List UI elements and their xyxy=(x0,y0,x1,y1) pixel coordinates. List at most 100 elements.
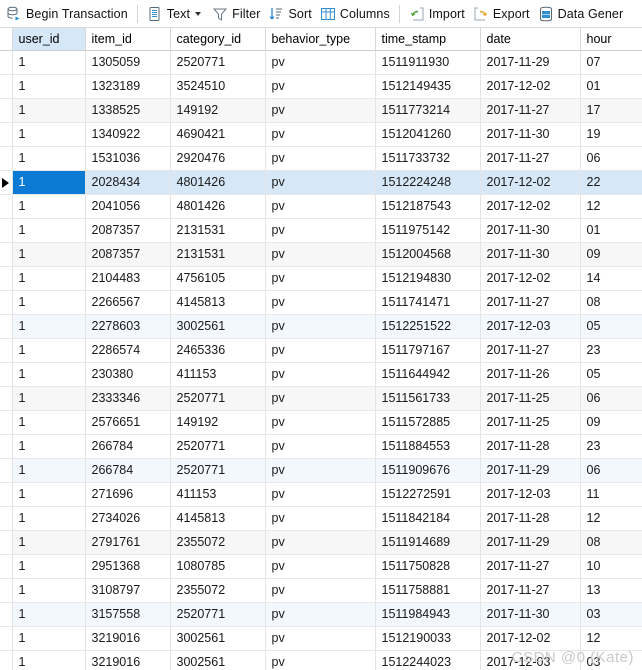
cell-hour[interactable]: 12 xyxy=(580,626,642,651)
cell-category-id[interactable]: 4145813 xyxy=(170,290,266,315)
cell-user-id[interactable]: 1 xyxy=(12,650,86,670)
toolbar-button-begin-transaction[interactable]: Begin Transaction xyxy=(2,2,132,26)
cell-time-stamp[interactable]: 1511773214 xyxy=(375,98,481,123)
cell-hour[interactable]: 14 xyxy=(580,266,642,291)
cell-item-id[interactable]: 2286574 xyxy=(85,338,171,363)
toolbar-button-import[interactable]: Import xyxy=(405,2,469,26)
cell-date[interactable]: 2017-12-03 xyxy=(480,482,581,507)
table-row[interactable]: 1 2286574 2465336 pv 1511797167 2017-11-27 23 xyxy=(0,338,642,363)
cell-time-stamp[interactable]: 1511733732 xyxy=(375,146,481,171)
column-header-category-id[interactable]: category_id xyxy=(170,28,266,51)
cell-category-id[interactable]: 2520771 xyxy=(170,458,266,483)
cell-hour[interactable]: 08 xyxy=(580,290,642,315)
table-row[interactable]: 1 2791761 2355072 pv 1511914689 2017-11-29 08 xyxy=(0,530,642,555)
cell-category-id[interactable]: 3524510 xyxy=(170,74,266,99)
cell-time-stamp[interactable]: 1512244023 xyxy=(375,650,481,670)
cell-item-id[interactable]: 3219016 xyxy=(85,626,171,651)
cell-behavior-type[interactable]: pv xyxy=(265,506,376,531)
table-row[interactable]: 1 1340922 4690421 pv 1512041260 2017-11-30 19 xyxy=(0,122,642,147)
cell-hour[interactable]: 06 xyxy=(580,458,642,483)
cell-hour[interactable]: 01 xyxy=(580,74,642,99)
table-row[interactable]: 1 2087357 2131531 pv 1512004568 2017-11-30 09 xyxy=(0,242,642,267)
cell-date[interactable]: 2017-11-30 xyxy=(480,242,581,267)
cell-item-id[interactable]: 230380 xyxy=(85,362,171,387)
cell-item-id[interactable]: 266784 xyxy=(85,458,171,483)
cell-behavior-type[interactable]: pv xyxy=(265,50,376,75)
table-row[interactable]: 1 2734026 4145813 pv 1511842184 2017-11-28 12 xyxy=(0,506,642,531)
cell-user-id[interactable]: 1 xyxy=(12,290,86,315)
cell-user-id[interactable]: 1 xyxy=(12,170,86,195)
cell-user-id[interactable]: 1 xyxy=(12,458,86,483)
column-header-user-id[interactable]: user_id xyxy=(12,28,86,51)
row-indicator-cell[interactable] xyxy=(0,506,13,531)
toolbar-button-sort[interactable]: Sort xyxy=(264,2,315,26)
cell-user-id[interactable]: 1 xyxy=(12,434,86,459)
table-row[interactable]: 1 230380 411153 pv 1511644942 2017-11-26 05 xyxy=(0,362,642,387)
cell-date[interactable]: 2017-12-02 xyxy=(480,74,581,99)
table-row[interactable]: 1 2951368 1080785 pv 1511750828 2017-11-27 10 xyxy=(0,554,642,579)
cell-behavior-type[interactable]: pv xyxy=(265,410,376,435)
row-indicator-cell[interactable] xyxy=(0,386,13,411)
cell-hour[interactable]: 10 xyxy=(580,554,642,579)
cell-user-id[interactable]: 1 xyxy=(12,362,86,387)
cell-date[interactable]: 2017-11-26 xyxy=(480,362,581,387)
toolbar-button-export[interactable]: Export xyxy=(469,2,534,26)
cell-date[interactable]: 2017-11-30 xyxy=(480,122,581,147)
cell-time-stamp[interactable]: 1512272591 xyxy=(375,482,481,507)
cell-user-id[interactable]: 1 xyxy=(12,506,86,531)
row-indicator-cell[interactable] xyxy=(0,290,13,315)
cell-category-id[interactable]: 4145813 xyxy=(170,506,266,531)
cell-date[interactable]: 2017-11-27 xyxy=(480,290,581,315)
cell-item-id[interactable]: 2734026 xyxy=(85,506,171,531)
table-row[interactable]: 1 2041056 4801426 pv 1512187543 2017-12-02 12 xyxy=(0,194,642,219)
cell-category-id[interactable]: 2920476 xyxy=(170,146,266,171)
cell-date[interactable]: 2017-11-30 xyxy=(480,602,581,627)
cell-time-stamp[interactable]: 1511561733 xyxy=(375,386,481,411)
cell-category-id[interactable]: 4801426 xyxy=(170,194,266,219)
cell-item-id[interactable]: 2951368 xyxy=(85,554,171,579)
cell-behavior-type[interactable]: pv xyxy=(265,578,376,603)
row-indicator-cell[interactable] xyxy=(0,170,13,195)
cell-item-id[interactable]: 2104483 xyxy=(85,266,171,291)
column-header-behavior-type[interactable]: behavior_type xyxy=(265,28,376,51)
cell-user-id[interactable]: 1 xyxy=(12,194,86,219)
cell-user-id[interactable]: 1 xyxy=(12,554,86,579)
cell-item-id[interactable]: 1340922 xyxy=(85,122,171,147)
chevron-down-icon[interactable] xyxy=(195,11,202,16)
cell-item-id[interactable]: 2028434 xyxy=(85,170,171,195)
table-row[interactable]: 1 1531036 2920476 pv 1511733732 2017-11-27 06 xyxy=(0,146,642,171)
cell-category-id[interactable]: 2355072 xyxy=(170,578,266,603)
cell-behavior-type[interactable]: pv xyxy=(265,194,376,219)
cell-hour[interactable]: 23 xyxy=(580,434,642,459)
table-row[interactable]: 1 1323189 3524510 pv 1512149435 2017-12-02 01 xyxy=(0,74,642,99)
table-row[interactable]: 1 2333346 2520771 pv 1511561733 2017-11-25 06 xyxy=(0,386,642,411)
cell-time-stamp[interactable]: 1511750828 xyxy=(375,554,481,579)
row-indicator-cell[interactable] xyxy=(0,50,13,75)
cell-behavior-type[interactable]: pv xyxy=(265,386,376,411)
column-header-date[interactable]: date xyxy=(480,28,581,51)
row-indicator-cell[interactable] xyxy=(0,338,13,363)
toolbar-button-text[interactable]: Text xyxy=(143,2,208,26)
cell-item-id[interactable]: 2791761 xyxy=(85,530,171,555)
toolbar-button-data-gener[interactable]: Data Gener xyxy=(534,2,628,26)
table-row[interactable]: 1 3219016 3002561 pv 1512244023 2017-12-03 03 xyxy=(0,650,642,670)
column-header-item-id[interactable]: item_id xyxy=(85,28,171,51)
cell-category-id[interactable]: 411153 xyxy=(170,482,266,507)
cell-hour[interactable]: 05 xyxy=(580,314,642,339)
table-row[interactable]: 1 2576651 149192 pv 1511572885 2017-11-25 09 xyxy=(0,410,642,435)
cell-item-id[interactable]: 1531036 xyxy=(85,146,171,171)
column-header-hour[interactable]: hour xyxy=(580,28,642,51)
cell-user-id[interactable]: 1 xyxy=(12,74,86,99)
row-indicator-cell[interactable] xyxy=(0,122,13,147)
row-indicator-cell[interactable] xyxy=(0,602,13,627)
cell-category-id[interactable]: 3002561 xyxy=(170,314,266,339)
row-indicator-cell[interactable] xyxy=(0,242,13,267)
table-row[interactable]: 1 3108797 2355072 pv 1511758881 2017-11-27 13 xyxy=(0,578,642,603)
cell-user-id[interactable]: 1 xyxy=(12,266,86,291)
cell-time-stamp[interactable]: 1511914689 xyxy=(375,530,481,555)
row-indicator-cell[interactable] xyxy=(0,434,13,459)
cell-category-id[interactable]: 411153 xyxy=(170,362,266,387)
cell-date[interactable]: 2017-11-27 xyxy=(480,578,581,603)
table-body[interactable]: 1 1305059 2520771 pv 1511911930 2017-11-29 07 1… xyxy=(0,50,642,670)
cell-time-stamp[interactable]: 1512224248 xyxy=(375,170,481,195)
